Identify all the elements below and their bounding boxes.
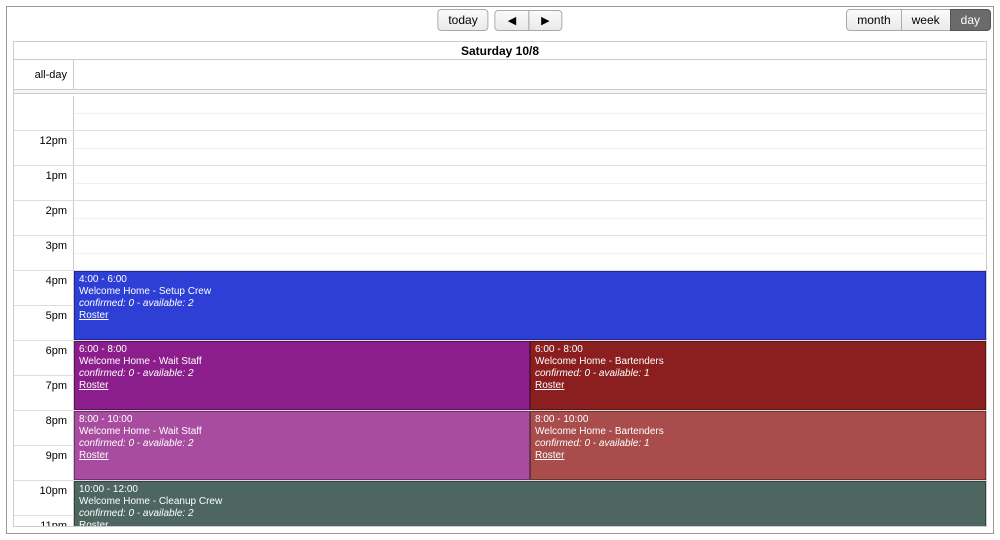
hour-label: 5pm (14, 306, 74, 340)
hour-label: 12pm (14, 131, 74, 165)
hour-label: 11pm (14, 516, 74, 526)
event-status: confirmed: 0 - available: 2 (79, 508, 981, 520)
grid-spacer (14, 90, 986, 94)
nav-buttons: ◀ ▶ (495, 10, 563, 31)
hour-label: 6pm (14, 341, 74, 375)
calendar-toolbar: today ◀ ▶ month week day (7, 9, 993, 37)
calendar-date-header: Saturday 10/8 (14, 42, 986, 60)
event-cleanup[interactable]: 10:00 - 12:00Welcome Home - Cleanup Crew… (74, 481, 986, 526)
event-roster-link[interactable]: Roster (79, 520, 981, 526)
hour-label: 2pm (14, 201, 74, 235)
view-month-button[interactable]: month (846, 9, 901, 31)
next-button[interactable]: ▶ (528, 10, 562, 31)
hour-label: 9pm (14, 446, 74, 480)
allday-label: all-day (14, 60, 74, 89)
event-roster-link[interactable]: Roster (79, 310, 981, 322)
event-wait2[interactable]: 8:00 - 10:00Welcome Home - Wait Staffcon… (74, 411, 530, 480)
hour-label: 3pm (14, 236, 74, 270)
event-status: confirmed: 0 - available: 2 (79, 298, 981, 310)
events-layer: 4:00 - 6:00Welcome Home - Setup Crewconf… (74, 96, 986, 526)
event-time: 6:00 - 8:00 (535, 344, 981, 356)
event-status: confirmed: 0 - available: 1 (535, 368, 981, 380)
event-title: Welcome Home - Cleanup Crew (79, 496, 981, 508)
view-switcher: month week day (846, 9, 991, 31)
event-status: confirmed: 0 - available: 2 (79, 368, 525, 380)
hour-label (14, 96, 74, 130)
event-title: Welcome Home - Wait Staff (79, 356, 525, 368)
event-time: 6:00 - 8:00 (79, 344, 525, 356)
event-time: 8:00 - 10:00 (535, 414, 981, 426)
allday-row: all-day (14, 60, 986, 90)
event-roster-link[interactable]: Roster (79, 380, 525, 392)
hour-label: 7pm (14, 376, 74, 410)
event-wait1[interactable]: 6:00 - 8:00Welcome Home - Wait Staffconf… (74, 341, 530, 410)
calendar: Saturday 10/8 all-day 12pm1pm2pm3pm4pm5p… (13, 41, 987, 527)
event-status: confirmed: 0 - available: 2 (79, 438, 525, 450)
event-time: 4:00 - 6:00 (79, 274, 981, 286)
allday-cell[interactable] (74, 60, 986, 89)
view-week-button[interactable]: week (901, 9, 951, 31)
event-roster-link[interactable]: Roster (535, 450, 981, 462)
event-setup[interactable]: 4:00 - 6:00Welcome Home - Setup Crewconf… (74, 271, 986, 340)
event-status: confirmed: 0 - available: 1 (535, 438, 981, 450)
event-bar2[interactable]: 8:00 - 10:00Welcome Home - Bartenderscon… (530, 411, 986, 480)
hour-label: 8pm (14, 411, 74, 445)
event-time: 8:00 - 10:00 (79, 414, 525, 426)
time-grid: 12pm1pm2pm3pm4pm5pm6pm7pm8pm9pm10pm11pm 4… (14, 96, 986, 526)
hour-label: 1pm (14, 166, 74, 200)
event-title: Welcome Home - Bartenders (535, 426, 981, 438)
prev-button[interactable]: ◀ (495, 10, 529, 31)
event-roster-link[interactable]: Roster (79, 450, 525, 462)
hour-label: 10pm (14, 481, 74, 515)
hour-label: 4pm (14, 271, 74, 305)
event-title: Welcome Home - Bartenders (535, 356, 981, 368)
app-frame: today ◀ ▶ month week day Saturday 10/8 a… (6, 6, 994, 534)
toolbar-center: today ◀ ▶ (437, 9, 562, 31)
event-bar1[interactable]: 6:00 - 8:00Welcome Home - Bartendersconf… (530, 341, 986, 410)
event-title: Welcome Home - Setup Crew (79, 286, 981, 298)
today-button[interactable]: today (437, 9, 488, 31)
event-time: 10:00 - 12:00 (79, 484, 981, 496)
event-roster-link[interactable]: Roster (535, 380, 981, 392)
event-title: Welcome Home - Wait Staff (79, 426, 525, 438)
view-day-button[interactable]: day (950, 9, 991, 31)
